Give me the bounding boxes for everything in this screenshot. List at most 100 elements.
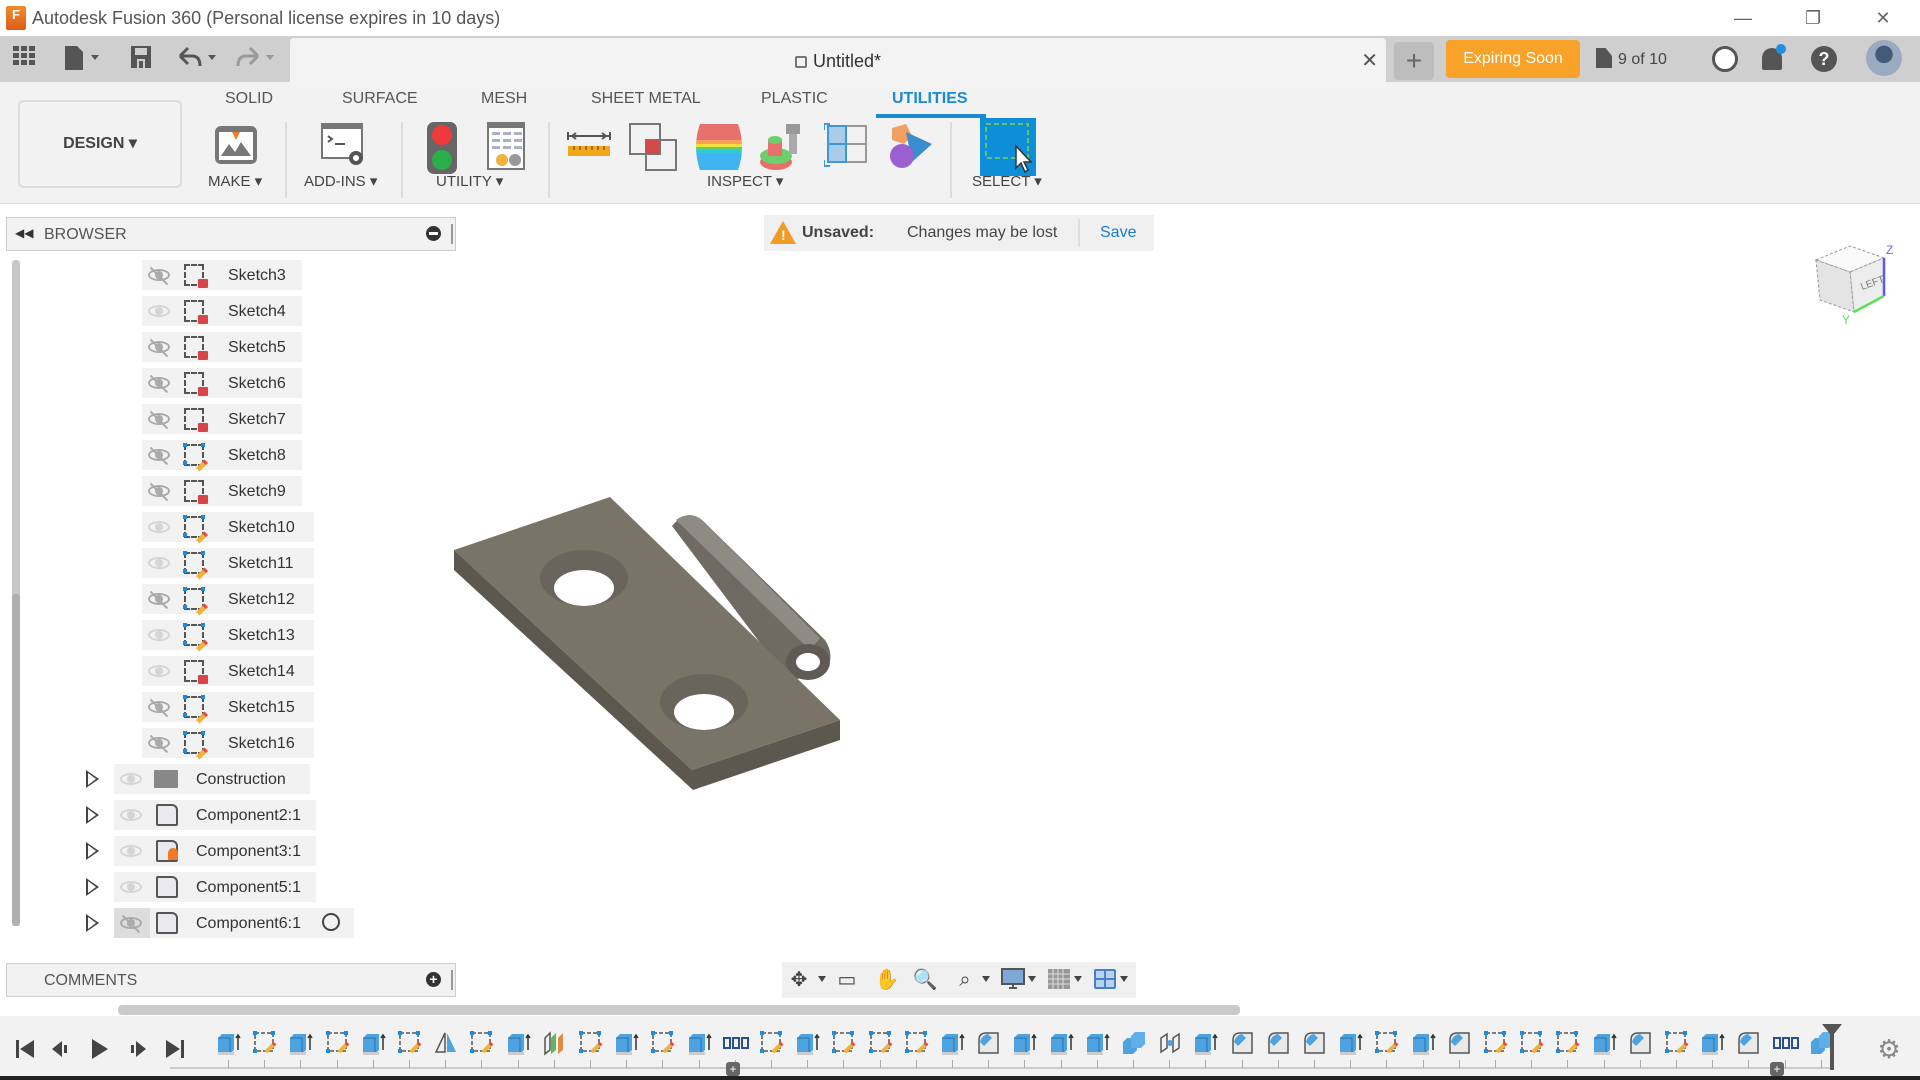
step-forward-button[interactable] <box>124 1036 150 1062</box>
tab-mesh[interactable]: MESH <box>481 90 527 108</box>
zoom-icon[interactable]: 🔍 <box>912 968 938 992</box>
hidden-eye-icon[interactable] <box>146 734 172 754</box>
measure-icon[interactable] <box>566 122 612 168</box>
panel-resize-handle[interactable] <box>451 970 453 990</box>
tab-plastic[interactable]: PLASTIC <box>761 90 828 108</box>
draft-analysis-icon[interactable] <box>758 122 804 170</box>
curvature-comb-icon[interactable] <box>694 122 742 170</box>
group-utility[interactable]: UTILITY ▾ <box>436 172 503 190</box>
visibility-eye-icon[interactable] <box>118 806 144 824</box>
add-comment-button[interactable]: + <box>426 972 441 987</box>
timeline-feature-combine[interactable] <box>1121 1030 1147 1056</box>
browser-folder-item[interactable]: Construction <box>114 764 310 794</box>
browser-sketch-item[interactable]: Sketch16 <box>142 728 314 760</box>
hidden-eye-icon[interactable] <box>146 590 172 610</box>
timeline-feature-split-body[interactable] <box>542 1030 568 1056</box>
timeline-feature-fillet[interactable] <box>1266 1030 1292 1056</box>
timeline-feature-sketch[interactable] <box>1483 1030 1509 1056</box>
timeline-feature-sketch[interactable] <box>397 1030 423 1056</box>
group-select[interactable]: SELECT ▾ <box>972 172 1042 190</box>
timeline-feature-sketch[interactable] <box>578 1030 604 1056</box>
timeline-feature-sketch[interactable] <box>325 1030 351 1056</box>
clock-icon[interactable] <box>1712 46 1738 72</box>
expand-arrow-icon[interactable] <box>86 842 99 860</box>
display-dropdown[interactable] <box>1028 976 1036 982</box>
timeline-feature-extrude[interactable] <box>1338 1030 1364 1056</box>
visibility-eye-icon[interactable] <box>146 302 172 320</box>
hidden-eye-icon[interactable] <box>146 338 172 358</box>
hidden-eye-icon[interactable] <box>146 446 172 466</box>
document-tab[interactable]: Untitled* ✕ <box>290 38 1386 84</box>
timeline-feature-fillet[interactable] <box>1628 1030 1654 1056</box>
browser-sketch-item[interactable]: Sketch14 <box>142 656 314 686</box>
new-tab-button[interactable]: + <box>1394 42 1434 80</box>
component-color-cycling-icon[interactable] <box>886 122 932 168</box>
group-inspect[interactable]: INSPECT ▾ <box>707 172 783 190</box>
timeline-feature-fillet[interactable] <box>1302 1030 1328 1056</box>
timeline-feature-sketch[interactable] <box>759 1030 785 1056</box>
grid-dropdown[interactable] <box>1074 976 1082 982</box>
browser-sketch-item[interactable]: Sketch3 <box>142 260 302 290</box>
timeline-feature-extrude[interactable] <box>940 1030 966 1056</box>
browser-sketch-item[interactable]: Sketch9 <box>142 476 302 506</box>
activate-component-radio[interactable] <box>322 913 340 931</box>
timeline-feature-extrude[interactable] <box>1012 1030 1038 1056</box>
timeline-feature-fillet[interactable] <box>1736 1030 1762 1056</box>
timeline-feature-sketch[interactable] <box>469 1030 495 1056</box>
tab-sheet-metal[interactable]: SHEET METAL <box>591 90 701 108</box>
browser-component-item[interactable]: Component5:1 <box>114 872 316 902</box>
minimize-button[interactable]: — <box>1720 4 1766 32</box>
browser-sketch-item[interactable]: Sketch7 <box>142 404 302 434</box>
display-settings-icon[interactable] <box>1000 968 1026 992</box>
job-status[interactable]: 9 of 10 <box>1596 48 1667 69</box>
browser-sketch-item[interactable]: Sketch11 <box>142 548 314 580</box>
browser-component-item[interactable]: Component6:1 <box>114 908 354 938</box>
timeline-feature-extrude[interactable] <box>1700 1030 1726 1056</box>
user-avatar[interactable] <box>1866 40 1902 76</box>
window-select-icon[interactable] <box>980 118 1036 176</box>
expiring-soon-button[interactable]: Expiring Soon <box>1446 40 1580 78</box>
timeline-feature-extrude[interactable] <box>1592 1030 1618 1056</box>
fit-icon[interactable]: ⌕ <box>952 968 978 992</box>
visibility-eye-icon[interactable] <box>146 626 172 644</box>
browser-sketch-item[interactable]: Sketch12 <box>142 584 314 616</box>
interference-icon[interactable] <box>628 122 677 171</box>
browser-scrollbar-thumb[interactable] <box>12 594 20 926</box>
look-at-icon[interactable]: ▭ <box>834 968 860 992</box>
hinge-model[interactable] <box>440 480 860 810</box>
hidden-eye-icon[interactable] <box>118 914 144 934</box>
timeline-settings-gear-icon[interactable]: ⚙ <box>1876 1036 1902 1062</box>
timeline-feature-extrude[interactable] <box>216 1030 242 1056</box>
timeline-feature-sketch[interactable] <box>868 1030 894 1056</box>
hidden-eye-icon[interactable] <box>146 698 172 718</box>
browser-sketch-item[interactable]: Sketch15 <box>142 692 314 724</box>
pan-icon[interactable]: ✋ <box>874 968 900 992</box>
timeline-feature-extrude[interactable] <box>795 1030 821 1056</box>
hidden-eye-icon[interactable] <box>146 374 172 394</box>
tab-utilities[interactable]: UTILITIES <box>892 90 968 108</box>
timeline-feature-sketch[interactable] <box>1555 1030 1581 1056</box>
save-icon[interactable] <box>128 44 154 72</box>
group-addins[interactable]: ADD-INS ▾ <box>304 172 377 190</box>
timeline-scrollbar[interactable] <box>118 1005 1240 1015</box>
collapse-panel-icon[interactable]: ◀◀ <box>15 226 33 240</box>
go-to-end-button[interactable] <box>162 1036 188 1062</box>
timeline-feature-extrude[interactable] <box>614 1030 640 1056</box>
browser-component-item[interactable]: Component3:1 <box>114 836 316 866</box>
traffic-light-icon[interactable] <box>425 122 471 174</box>
hidden-eye-icon[interactable] <box>146 266 172 286</box>
help-icon[interactable]: ? <box>1811 46 1837 72</box>
visibility-eye-icon[interactable] <box>118 770 144 788</box>
timeline-feature-sketch[interactable] <box>650 1030 676 1056</box>
panel-resize-handle[interactable] <box>451 224 453 244</box>
timeline-feature-joint[interactable] <box>1157 1030 1183 1056</box>
timeline-feature-mirror[interactable] <box>433 1030 459 1056</box>
hidden-eye-icon[interactable] <box>146 410 172 430</box>
grid-snaps-icon[interactable] <box>1046 968 1072 992</box>
visibility-eye-icon[interactable] <box>118 878 144 896</box>
step-back-button[interactable] <box>48 1036 74 1062</box>
timeline-group-marker[interactable]: + <box>1770 1062 1784 1076</box>
timeline-feature-extrude[interactable] <box>1049 1030 1075 1056</box>
visibility-eye-icon[interactable] <box>118 842 144 860</box>
browser-sketch-item[interactable]: Sketch5 <box>142 332 302 362</box>
